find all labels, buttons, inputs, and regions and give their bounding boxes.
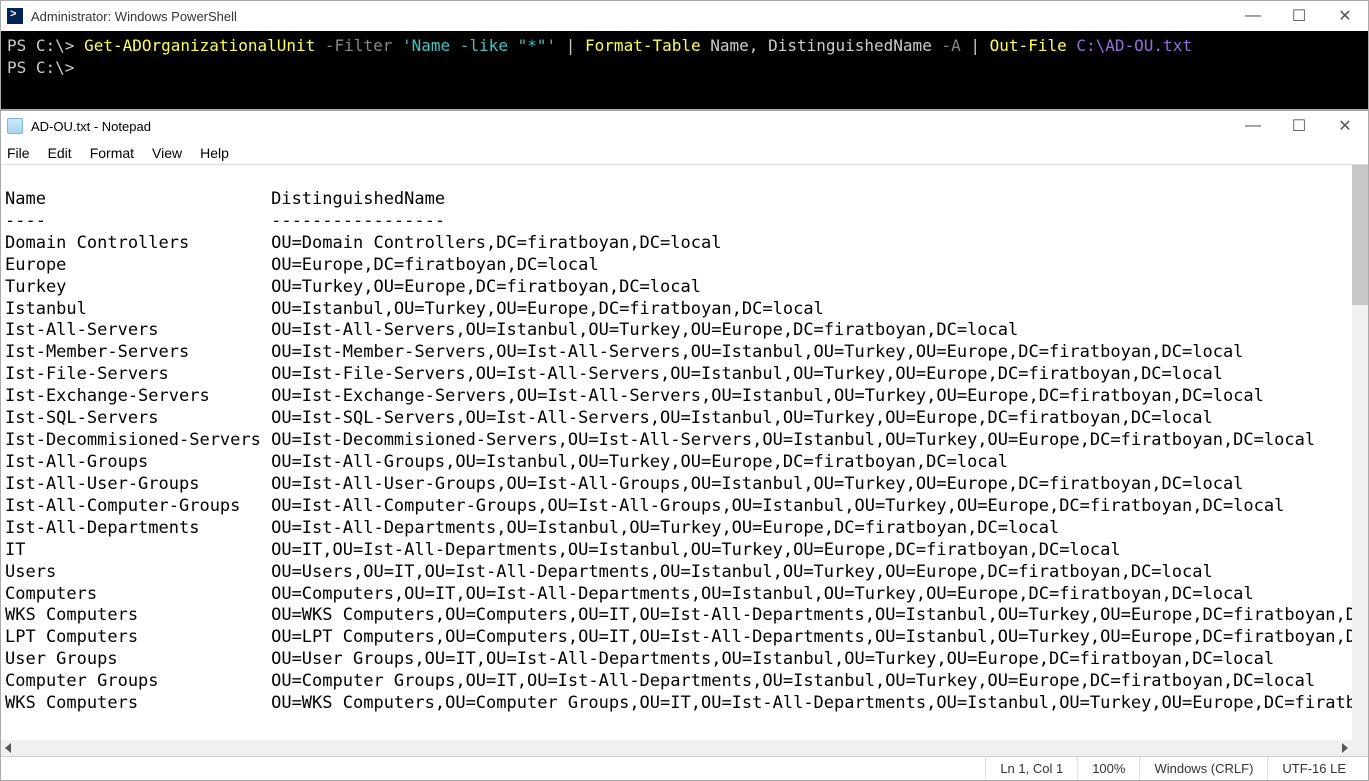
statusbar-spacer xyxy=(1,757,986,780)
status-line-ending: Windows (CRLF) xyxy=(1140,757,1268,780)
ps-format-table: Format-Table xyxy=(585,36,701,55)
powershell-terminal[interactable]: PS C:\> Get-ADOrganizationalUnit -Filter… xyxy=(1,31,1368,109)
horizontal-scrollbar[interactable] xyxy=(1,740,1368,756)
vertical-scrollbar[interactable] xyxy=(1352,165,1368,740)
notepad-statusbar: Ln 1, Col 1 100% Windows (CRLF) UTF-16 L… xyxy=(1,756,1368,780)
ps-pipe-2: | xyxy=(970,36,980,55)
menu-help[interactable]: Help xyxy=(200,145,229,161)
notepad-icon xyxy=(7,118,23,134)
maximize-button[interactable]: ☐ xyxy=(1276,1,1322,31)
ps-filter-flag: -Filter xyxy=(325,36,392,55)
ps-filter-string: 'Name -like "*"' xyxy=(402,36,556,55)
ps-out-path: C:\AD-OU.txt xyxy=(1076,36,1192,55)
status-zoom: 100% xyxy=(1078,757,1140,780)
ps-out-file: Out-File xyxy=(990,36,1067,55)
notepad-text-area[interactable]: Name DistinguishedName ---- ------------… xyxy=(1,165,1368,740)
scrollbar-corner xyxy=(1352,740,1368,756)
status-cursor-position: Ln 1, Col 1 xyxy=(986,757,1078,780)
menu-format[interactable]: Format xyxy=(90,145,134,161)
notepad-titlebar[interactable]: AD-OU.txt - Notepad — ☐ ✕ xyxy=(1,111,1368,141)
powershell-window: Administrator: Windows PowerShell — ☐ ✕ … xyxy=(0,0,1369,110)
powershell-titlebar[interactable]: Administrator: Windows PowerShell — ☐ ✕ xyxy=(1,1,1368,31)
status-encoding: UTF-16 LE xyxy=(1268,757,1368,780)
close-button[interactable]: ✕ xyxy=(1322,1,1368,31)
powershell-title: Administrator: Windows PowerShell xyxy=(31,9,1230,24)
ps-a-flag: -A xyxy=(941,36,960,55)
ps-prompt-2: PS C:\> xyxy=(7,58,74,77)
notepad-window: AD-OU.txt - Notepad — ☐ ✕ File Edit Form… xyxy=(0,110,1369,781)
menu-file[interactable]: File xyxy=(7,145,30,161)
powershell-icon xyxy=(7,8,23,24)
ps-pipe: | xyxy=(566,36,576,55)
menu-view[interactable]: View xyxy=(152,145,182,161)
ps-ft-args: Name, DistinguishedName xyxy=(710,36,932,55)
notepad-body: Name DistinguishedName ---- ------------… xyxy=(1,165,1368,756)
maximize-button[interactable]: ☐ xyxy=(1276,111,1322,141)
notepad-window-controls: — ☐ ✕ xyxy=(1230,111,1368,141)
window-controls: — ☐ ✕ xyxy=(1230,1,1368,31)
notepad-title: AD-OU.txt - Notepad xyxy=(31,119,1230,134)
ps-cmdlet: Get-ADOrganizationalUnit xyxy=(84,36,315,55)
notepad-menubar: File Edit Format View Help xyxy=(1,141,1368,165)
menu-edit[interactable]: Edit xyxy=(48,145,72,161)
close-button[interactable]: ✕ xyxy=(1322,111,1368,141)
ps-prompt: PS C:\> xyxy=(7,36,74,55)
vertical-scrollbar-thumb[interactable] xyxy=(1352,165,1368,305)
minimize-button[interactable]: — xyxy=(1230,111,1276,141)
minimize-button[interactable]: — xyxy=(1230,1,1276,31)
